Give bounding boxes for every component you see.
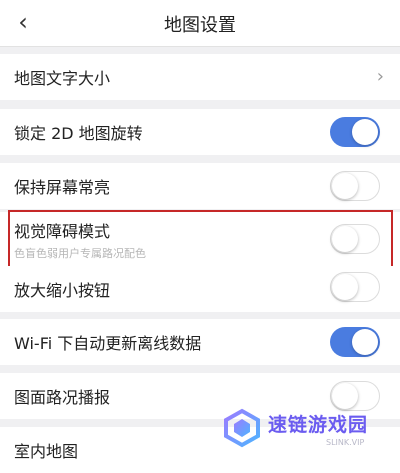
watermark-logo-icon <box>224 408 260 448</box>
page-title: 地图设置 <box>164 15 236 36</box>
setting-label: 图面路况播报 <box>14 388 111 407</box>
setting-lock-2d-rotation: 锁定 2D 地图旋转 <box>0 109 400 155</box>
setting-label: 室内地图 <box>14 442 79 461</box>
watermark-text: 速链游戏园 <box>268 413 369 436</box>
setting-label: 视觉障碍模式 <box>14 221 111 241</box>
setting-keep-screen-on: 保持屏幕常亮 <box>0 163 400 209</box>
setting-wifi-auto-update: Wi-Fi 下自动更新离线数据 <box>0 319 400 365</box>
toggle-knob <box>332 173 358 199</box>
chevron-right-icon: › <box>376 66 384 87</box>
setting-text-group: 视觉障碍模式 色盲色弱用户专属路况配色 <box>14 218 146 261</box>
setting-label: 锁定 2D 地图旋转 <box>14 124 143 143</box>
watermark: 速链游戏园 SLINK.VIP <box>222 404 392 452</box>
setting-label: Wi-Fi 下自动更新离线数据 <box>14 334 202 353</box>
setting-label: 放大缩小按钮 <box>14 281 111 300</box>
wifi-auto-update-toggle[interactable] <box>330 327 380 357</box>
zoom-buttons-toggle[interactable] <box>330 272 380 302</box>
setting-label: 保持屏幕常亮 <box>14 178 111 197</box>
setting-zoom-buttons: 放大缩小按钮 <box>0 266 400 312</box>
visual-impairment-mode-toggle[interactable] <box>330 224 380 254</box>
keep-screen-on-toggle[interactable] <box>330 171 380 201</box>
watermark-text-group: 速链游戏园 SLINK.VIP <box>268 410 368 447</box>
lock-2d-rotation-toggle[interactable] <box>330 117 380 147</box>
setting-label: 地图文字大小 <box>14 69 111 88</box>
setting-description: 色盲色弱用户专属路况配色 <box>14 246 146 260</box>
toggle-knob <box>332 274 358 300</box>
toggle-knob <box>352 119 378 145</box>
toggle-knob <box>352 329 378 355</box>
setting-map-text-size[interactable]: 地图文字大小 › <box>0 54 400 100</box>
app-header: ‹ 地图设置 <box>0 0 400 47</box>
watermark-subtext: SLINK.VIP <box>326 437 365 447</box>
setting-visual-impairment-mode: 视觉障碍模式 色盲色弱用户专属路况配色 <box>0 212 400 266</box>
toggle-knob <box>332 226 358 252</box>
